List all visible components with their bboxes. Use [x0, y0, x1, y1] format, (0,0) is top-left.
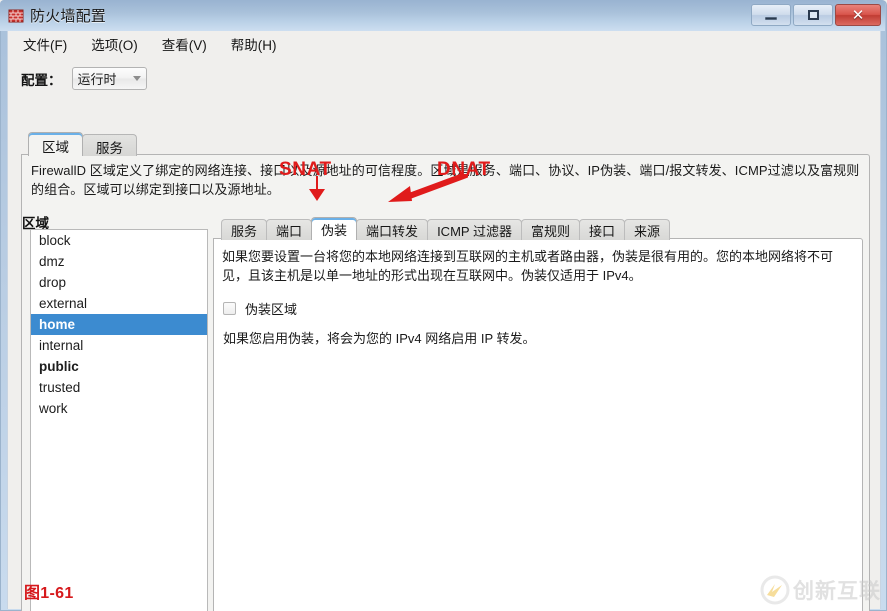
- zone-item-external[interactable]: external: [31, 293, 207, 314]
- config-select[interactable]: 运行时: [71, 67, 147, 90]
- figure-caption: 图1-61: [24, 585, 74, 602]
- menu-view[interactable]: 查看(V): [157, 32, 216, 56]
- config-select-value: 运行时: [77, 72, 117, 87]
- masquerade-panel: 如果您要设置一台将您的本地网络连接到互联网的主机或者路由器，伪装是很有用的。您的…: [213, 238, 863, 611]
- masquerade-zone-label: 伪装区域: [245, 302, 298, 317]
- zones-description: FirewallD 区域定义了绑定的网络连接、接口以及源地址的可信程度。区域是服…: [31, 163, 860, 197]
- tab-services-inner[interactable]: 服务: [221, 219, 268, 240]
- tab-masquerade[interactable]: 伪装: [311, 217, 358, 240]
- tab-ports[interactable]: 端口: [266, 219, 313, 240]
- tab-zones[interactable]: 区域: [28, 132, 83, 156]
- firewall-config-window: 防火墙配置 ✕ 文件(F) 选项(O) 查看(V) 帮助(H) 配置： 运行时 …: [0, 0, 887, 611]
- zone-item-work[interactable]: work: [31, 398, 207, 419]
- config-row: 配置： 运行时: [21, 67, 147, 90]
- menu-help[interactable]: 帮助(H): [226, 32, 286, 56]
- tab-services[interactable]: 服务: [82, 134, 137, 156]
- menu-file[interactable]: 文件(F): [18, 32, 76, 56]
- client-inner: 文件(F) 选项(O) 查看(V) 帮助(H) 配置： 运行时 区域 服务 Fi…: [8, 31, 880, 611]
- firewall-brick-icon: [8, 8, 24, 24]
- tab-rich-rules[interactable]: 富规则: [520, 219, 580, 240]
- config-label: 配置：: [21, 72, 62, 88]
- menubar: 文件(F) 选项(O) 查看(V) 帮助(H): [8, 31, 880, 56]
- zone-item-public[interactable]: public: [31, 356, 207, 377]
- close-button[interactable]: ✕: [835, 4, 881, 26]
- window-title: 防火墙配置: [30, 8, 107, 25]
- zone-list[interactable]: block dmz drop external home internal pu…: [30, 229, 208, 611]
- zone-item-dmz[interactable]: dmz: [31, 251, 207, 272]
- zone-item-block[interactable]: block: [31, 230, 207, 251]
- ip-forward-note: 如果您启用伪装，将会为您的 IPv4 网络启用 IP 转发。: [223, 331, 536, 346]
- tab-sources[interactable]: 来源: [623, 219, 670, 240]
- chevron-down-icon: [132, 76, 141, 81]
- titlebar[interactable]: 防火墙配置 ✕: [0, 0, 885, 31]
- tab-interfaces[interactable]: 接口: [578, 219, 625, 240]
- close-icon: ✕: [851, 6, 865, 24]
- tab-icmp-filter[interactable]: ICMP 过滤器: [427, 219, 522, 240]
- masquerade-description: 如果您要设置一台将您的本地网络连接到互联网的主机或者路由器，伪装是很有用的。您的…: [222, 249, 834, 283]
- menu-options[interactable]: 选项(O): [86, 32, 147, 56]
- inner-tabbar: 服务 端口 伪装 端口转发 ICMP 过滤器 富规则 接口 来源: [221, 217, 670, 240]
- zone-item-internal[interactable]: internal: [31, 335, 207, 356]
- minimize-button[interactable]: [751, 4, 791, 26]
- masquerade-zone-checkbox-row[interactable]: 伪装区域: [223, 299, 297, 318]
- maximize-button[interactable]: [793, 4, 833, 26]
- outer-tabbar: 区域 服务: [28, 132, 137, 156]
- zone-item-drop[interactable]: drop: [31, 272, 207, 293]
- masquerade-zone-checkbox[interactable]: [223, 302, 236, 315]
- client-area: 文件(F) 选项(O) 查看(V) 帮助(H) 配置： 运行时 区域 服务 Fi…: [7, 31, 881, 611]
- zone-item-home[interactable]: home: [31, 314, 207, 335]
- minimize-icon: [765, 17, 777, 20]
- window-controls: ✕: [751, 4, 881, 26]
- maximize-icon: [807, 10, 819, 20]
- tab-port-forwarding[interactable]: 端口转发: [356, 219, 429, 240]
- zone-item-trusted[interactable]: trusted: [31, 377, 207, 398]
